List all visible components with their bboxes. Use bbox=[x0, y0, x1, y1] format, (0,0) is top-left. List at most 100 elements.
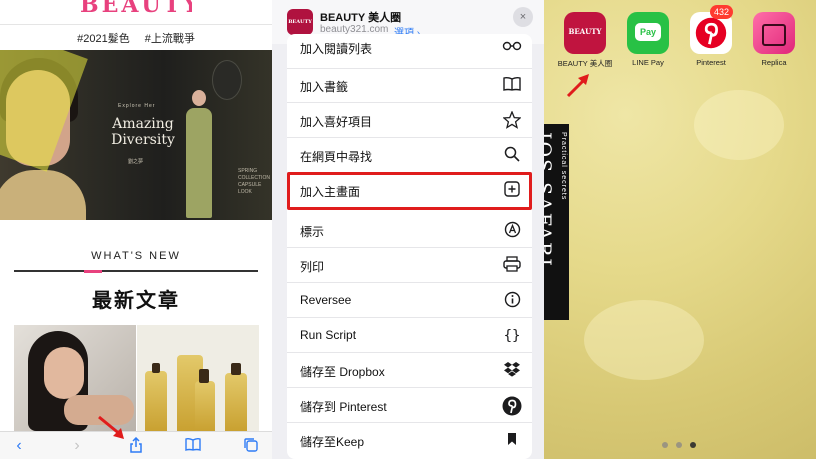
article-thumbnail[interactable] bbox=[137, 325, 259, 431]
action-save-pinterest[interactable]: 儲存到 Pinterest bbox=[287, 388, 532, 423]
pinterest-logo-icon bbox=[695, 17, 727, 49]
wallpaper-texture bbox=[694, 90, 784, 160]
figure-dress bbox=[186, 108, 212, 218]
forward-icon[interactable]: › bbox=[66, 437, 88, 455]
star-icon bbox=[502, 110, 522, 131]
red-arrow-icon bbox=[98, 415, 124, 439]
dropbox-icon bbox=[502, 361, 522, 381]
bottle-cap bbox=[231, 363, 241, 375]
printer-icon bbox=[502, 256, 522, 276]
app-label: BEAUTY 美人圈 bbox=[557, 59, 613, 68]
action-reversee[interactable]: Reversee bbox=[287, 283, 532, 318]
action-label: 加入喜好項目 bbox=[300, 115, 373, 129]
divider bbox=[0, 24, 272, 25]
reading-list-icon bbox=[502, 37, 522, 57]
section-divider bbox=[14, 270, 258, 272]
action-save-keep[interactable]: 儲存至Keep bbox=[287, 423, 532, 458]
red-arrow-icon bbox=[566, 74, 589, 98]
page-indicator[interactable] bbox=[662, 441, 698, 449]
replica-glyph bbox=[762, 24, 786, 46]
bookmarks-icon[interactable] bbox=[182, 437, 204, 455]
app-label: Replica bbox=[761, 58, 787, 67]
markup-icon bbox=[502, 221, 522, 241]
action-run-script[interactable]: Run Script {} bbox=[287, 318, 532, 353]
page-dot bbox=[676, 442, 682, 448]
hero-model-shoulder bbox=[0, 170, 86, 220]
hero-banner[interactable]: Explore Her Amazing Diversity 劉之夢 SPRING… bbox=[0, 50, 272, 220]
linepay-app-icon[interactable]: Pay bbox=[627, 12, 669, 54]
action-print[interactable]: 列印 bbox=[287, 248, 532, 283]
action-find-on-page[interactable]: 在網頁中尋找 bbox=[287, 138, 532, 173]
action-label: 加入書籤 bbox=[300, 80, 349, 94]
section-label: WHAT'S NEW bbox=[91, 250, 181, 262]
back-icon[interactable]: ‹ bbox=[8, 437, 30, 455]
tabs-icon[interactable] bbox=[240, 437, 262, 455]
app-label: LINE Pay bbox=[632, 58, 664, 67]
close-icon[interactable]: × bbox=[513, 7, 533, 27]
action-label: 儲存至 Dropbox bbox=[300, 365, 385, 379]
figure-head bbox=[192, 90, 206, 106]
bottle-cap bbox=[152, 363, 160, 373]
section-title: 最新文章 bbox=[92, 290, 180, 312]
hero-caption: 劉之夢 bbox=[128, 159, 144, 165]
action-label: 在網頁中尋找 bbox=[300, 150, 373, 164]
book-glyph bbox=[185, 437, 201, 451]
hero-title: Amazing Diversity bbox=[98, 116, 188, 148]
highlight-box bbox=[287, 172, 532, 210]
hero-title-line: Diversity bbox=[111, 132, 175, 148]
action-add-bookmark[interactable]: 加入書籤 bbox=[287, 68, 532, 103]
safari-webpage-panel: BEAUTY #2021髮色 #上流戰爭 Explore Her Amazing… bbox=[0, 0, 272, 459]
hero-side-line: SPRING bbox=[238, 168, 258, 174]
hashtag-link[interactable]: #上流戰爭 bbox=[145, 33, 195, 45]
screenshot-collage: BEAUTY #2021髮色 #上流戰爭 Explore Her Amazing… bbox=[0, 0, 816, 459]
overlay-title-banner: IOS SAFARI Practical secrets bbox=[544, 124, 569, 320]
hashtag-bar: #2021髮色 #上流戰爭 bbox=[0, 30, 272, 46]
beauty-app-icon[interactable]: BEAUTY bbox=[564, 12, 606, 54]
hero-title-line: Amazing bbox=[112, 116, 174, 132]
pinterest-icon bbox=[502, 396, 522, 416]
action-label: Run Script bbox=[300, 328, 357, 342]
action-add-reading-list[interactable]: 加入閱讀列表 bbox=[287, 34, 532, 69]
section-accent bbox=[84, 270, 102, 273]
site-logo[interactable]: BEAUTY bbox=[80, 0, 192, 14]
overlay-title: IOS SAFARI bbox=[544, 132, 555, 268]
action-add-favorite[interactable]: 加入喜好項目 bbox=[287, 103, 532, 138]
book-icon bbox=[502, 76, 522, 96]
replica-app-icon[interactable] bbox=[753, 12, 795, 54]
product-bottle bbox=[225, 373, 247, 431]
app-label: Pinterest bbox=[696, 58, 726, 67]
wallpaper-texture bbox=[584, 300, 704, 380]
hero-figure bbox=[186, 90, 212, 218]
share-site-title: BEAUTY 美人圈 bbox=[320, 12, 402, 24]
hero-side-line: CAPSULE LOOK bbox=[238, 182, 262, 195]
bottle-cap bbox=[199, 369, 209, 383]
thumbnail-face bbox=[44, 347, 84, 399]
hero-side-line: COLLECTION bbox=[238, 175, 270, 181]
action-label: 儲存到 Pinterest bbox=[300, 400, 387, 414]
action-label: 標示 bbox=[300, 225, 325, 239]
action-label: 加入閱讀列表 bbox=[300, 42, 373, 56]
share-icon-glyph bbox=[130, 436, 142, 453]
hero-side-text: SPRING COLLECTION CAPSULE LOOK bbox=[238, 168, 272, 196]
action-save-dropbox[interactable]: 儲存至 Dropbox bbox=[287, 353, 532, 388]
page-dot bbox=[662, 442, 668, 448]
beauty-icon-text: BEAUTY bbox=[568, 27, 602, 36]
product-bottle bbox=[145, 371, 167, 431]
action-label: 儲存至Keep bbox=[300, 435, 365, 449]
site-app-icon: BEAUTY bbox=[287, 9, 313, 35]
home-screen-panel: BEAUTY BEAUTY 美人圈 Pay LINE Pay 432 Pinte… bbox=[544, 0, 816, 459]
safari-toolbar: ‹ › bbox=[0, 431, 272, 459]
share-actions-list: 加入閱讀列表 加入書籤 加入喜好項目 在網頁中尋找 加入主畫面 標示 列印 Re… bbox=[287, 34, 532, 459]
hashtag-link[interactable]: #2021髮色 bbox=[77, 33, 130, 45]
action-label: 列印 bbox=[300, 260, 325, 274]
notification-badge: 432 bbox=[710, 5, 734, 19]
action-markup[interactable]: 標示 bbox=[287, 213, 532, 248]
page-dot-active bbox=[690, 442, 696, 448]
linepay-icon-text: Pay bbox=[635, 23, 661, 41]
info-circle-icon bbox=[502, 291, 522, 311]
overlay-subtitle: Practical secrets bbox=[560, 132, 567, 201]
bookmark-icon bbox=[502, 431, 522, 451]
search-icon bbox=[502, 146, 522, 166]
share-sheet-panel: BEAUTY BEAUTY 美人圈 beauty321.com 選項 › × 加… bbox=[272, 0, 544, 459]
hero-subtitle: Explore Her bbox=[118, 103, 156, 109]
